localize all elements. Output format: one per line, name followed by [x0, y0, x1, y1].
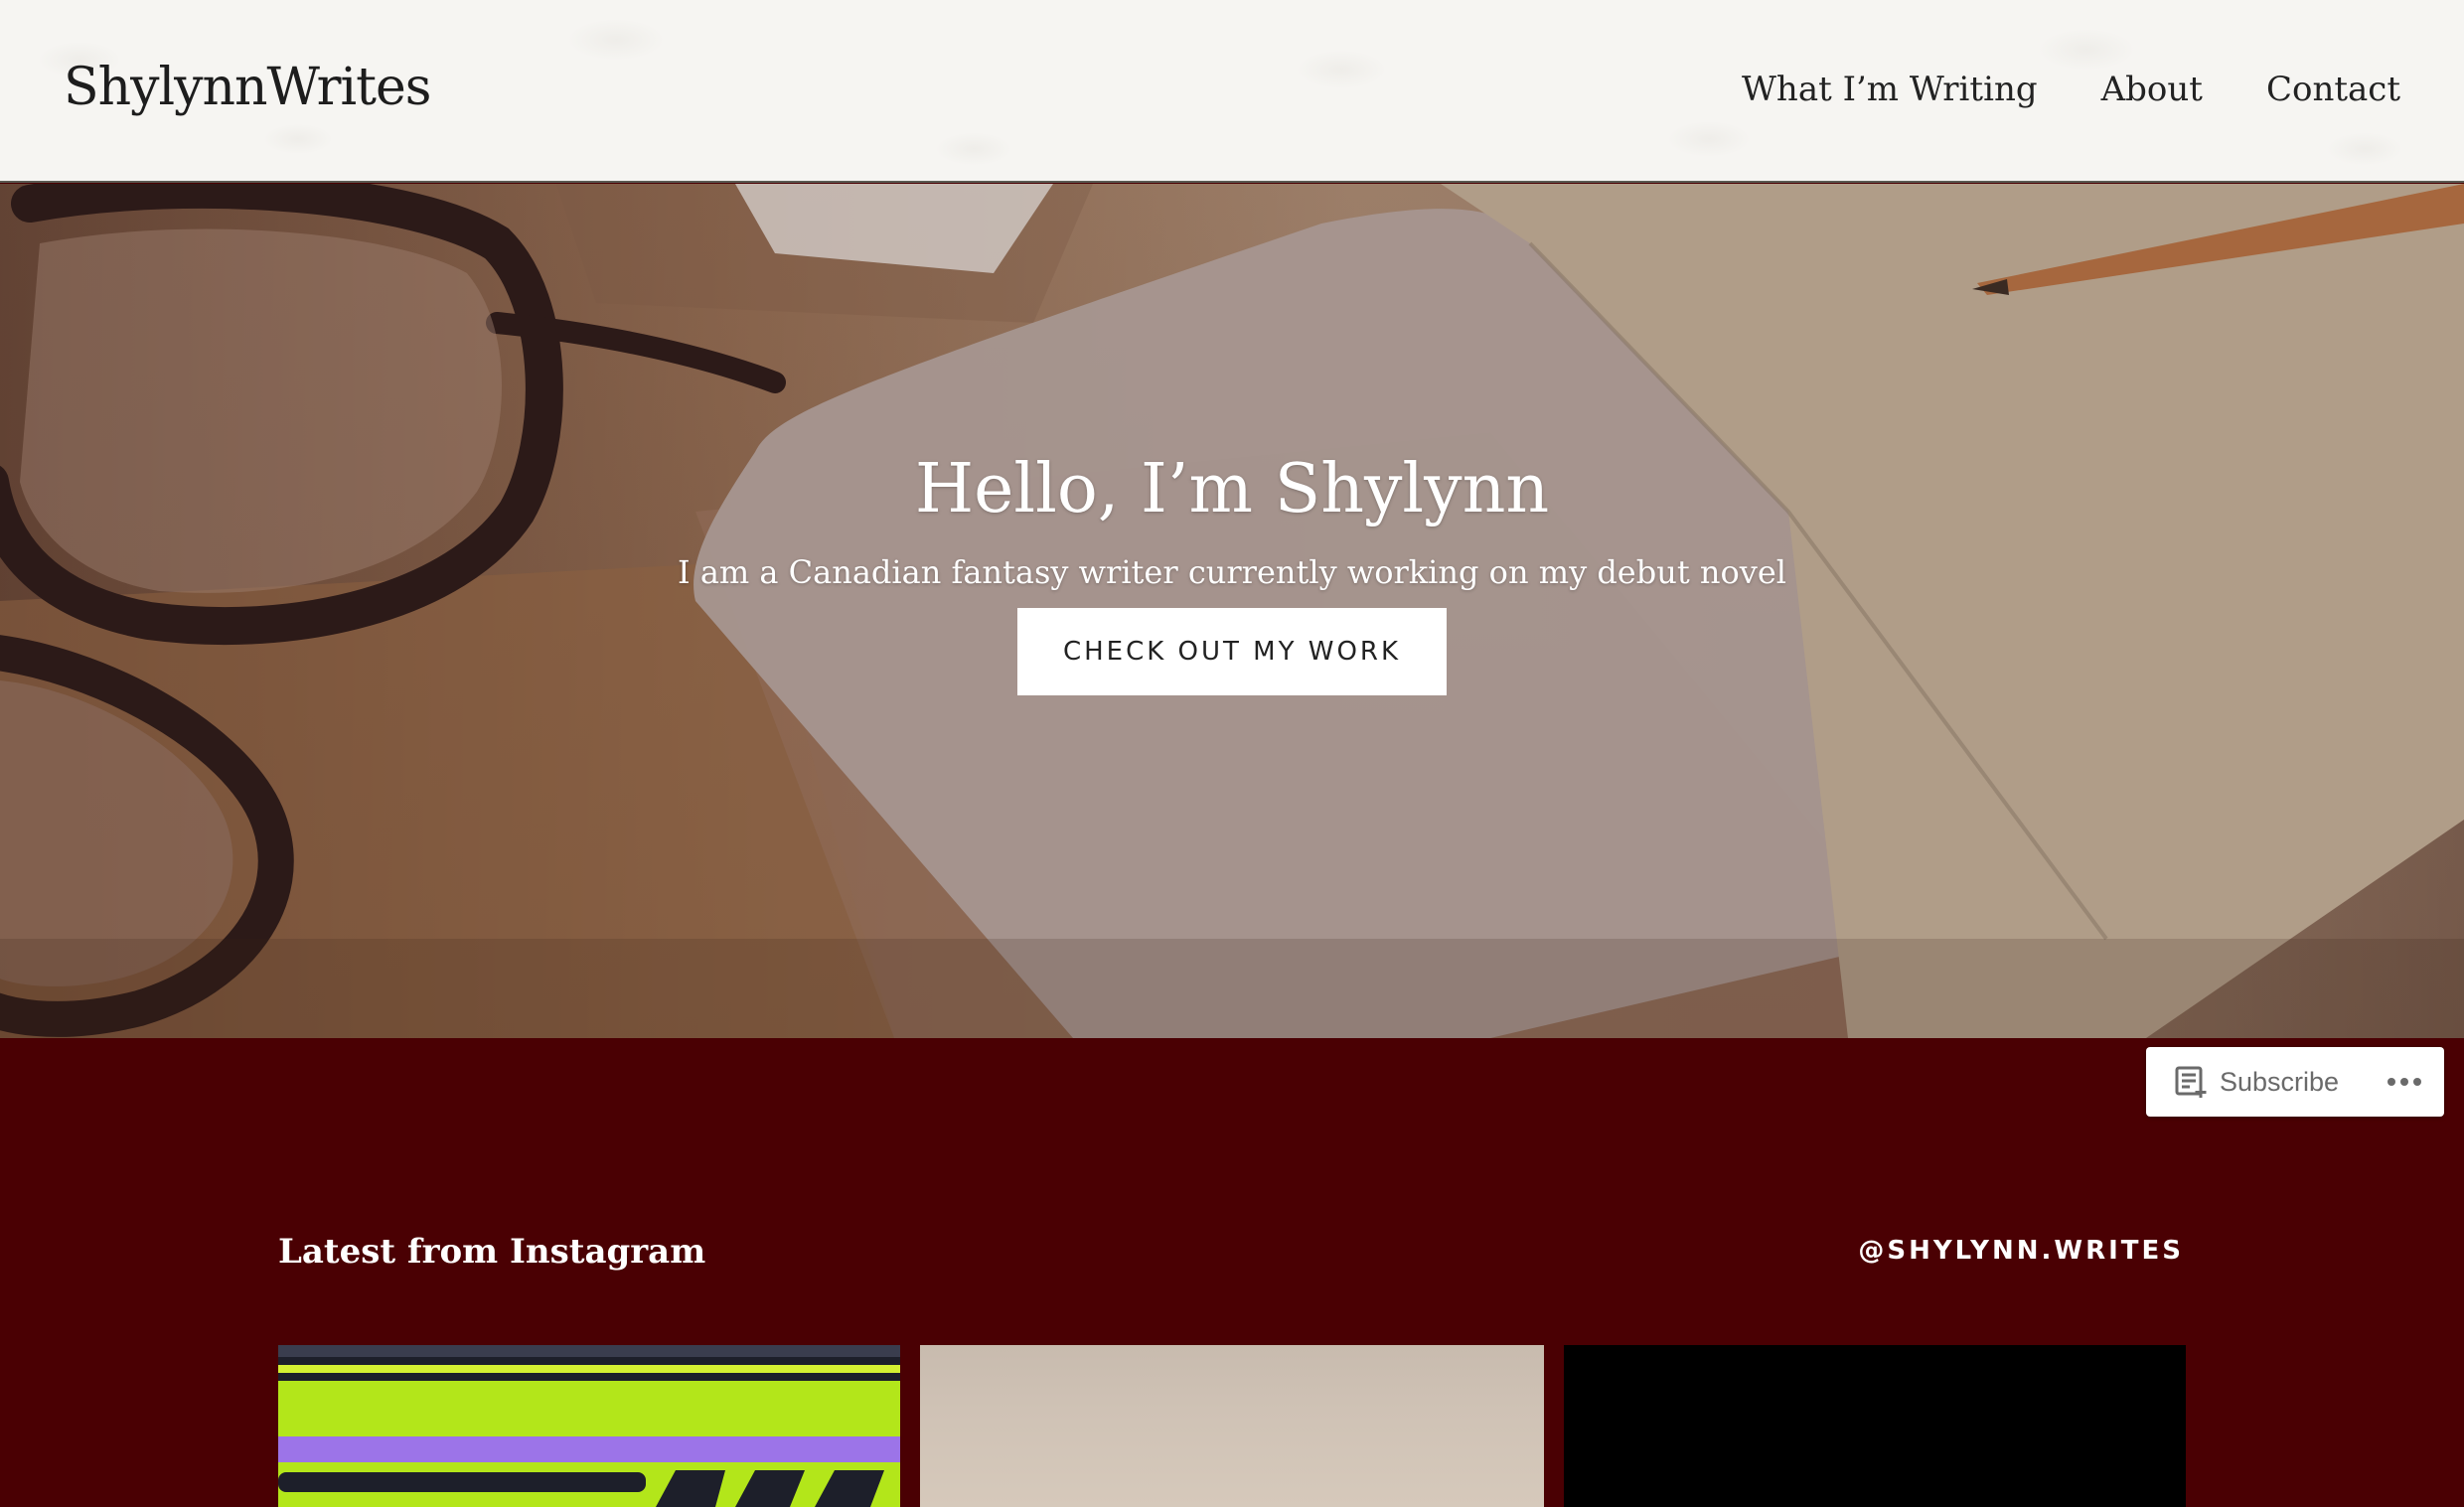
- reader-subscribe-icon: [2175, 1066, 2207, 1098]
- subscribe-label: Subscribe: [2220, 1066, 2340, 1097]
- ellipsis-dot: [2400, 1078, 2408, 1086]
- instagram-handle-link[interactable]: @SHYLYNN.WRITES: [1858, 1236, 2184, 1266]
- instagram-heading: Latest from Instagram: [278, 1232, 706, 1272]
- more-options-button[interactable]: [2373, 1047, 2436, 1117]
- nav-item-contact[interactable]: Contact: [2266, 70, 2400, 109]
- subscribe-button[interactable]: Subscribe: [2146, 1047, 2373, 1117]
- nav-item-what-im-writing[interactable]: What I’m Writing: [1742, 70, 2038, 109]
- check-out-my-work-button[interactable]: CHECK OUT MY WORK: [1017, 608, 1447, 695]
- instagram-post-3[interactable]: [1564, 1345, 2186, 1507]
- instagram-post-1-image: [278, 1345, 900, 1507]
- instagram-post-1[interactable]: [278, 1345, 900, 1507]
- nav-item-about[interactable]: About: [2101, 70, 2203, 109]
- subscribe-widget: Subscribe: [2146, 1047, 2444, 1117]
- site-title[interactable]: ShylynnWrites: [64, 58, 431, 117]
- hero-subtitle: I am a Canadian fantasy writer currently…: [678, 553, 1786, 591]
- hero-section: Hello, I’m Shylynn I am a Canadian fanta…: [0, 184, 2464, 1038]
- main-nav: What I’m Writing About Contact: [1742, 70, 2400, 109]
- instagram-post-2[interactable]: [920, 1345, 1544, 1507]
- site-header: ShylynnWrites What I’m Writing About Con…: [0, 0, 2464, 183]
- ellipsis-dot: [2413, 1078, 2421, 1086]
- hero-title: Hello, I’m Shylynn: [914, 450, 1550, 528]
- ellipsis-icon: [2387, 1078, 2395, 1086]
